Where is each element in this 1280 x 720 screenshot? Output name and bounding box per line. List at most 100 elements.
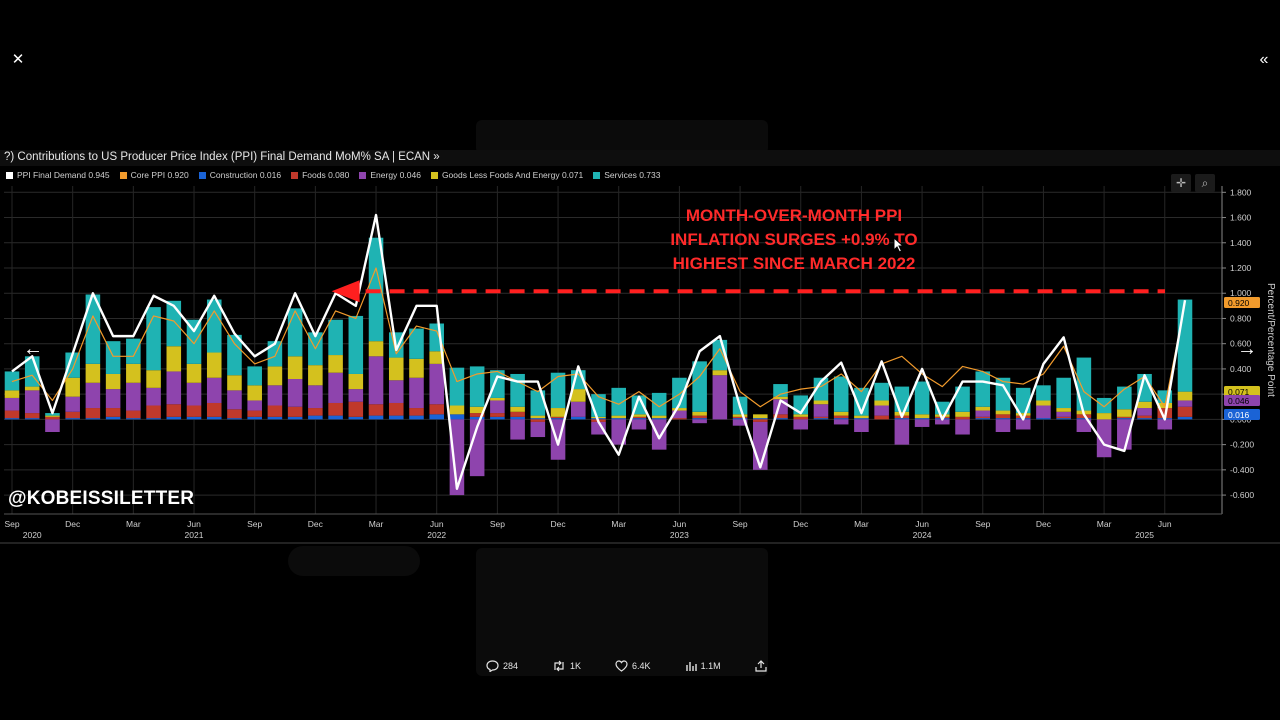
- share-button[interactable]: [754, 660, 767, 672]
- annotation-line-2: INFLATION SURGES +0.9% TO: [670, 230, 918, 249]
- bar-segment: [1056, 418, 1071, 420]
- bar-segment: [388, 380, 404, 403]
- x-tick-label: Sep: [4, 519, 19, 529]
- year-label: 2025: [1135, 530, 1154, 540]
- y-tick-label: 1.600: [1230, 213, 1252, 223]
- bar-segment: [308, 365, 323, 386]
- y-tick-label: 1.800: [1230, 187, 1252, 197]
- bar-segment: [570, 416, 586, 420]
- x-tick-label: Sep: [490, 519, 505, 529]
- bar-segment: [287, 308, 303, 357]
- bar-segment: [449, 405, 465, 415]
- bar-segment: [368, 404, 384, 416]
- bar-segment: [24, 413, 40, 419]
- x-tick-label: Dec: [793, 519, 809, 529]
- bar-segment: [1177, 406, 1193, 417]
- repost-button[interactable]: 1K: [552, 660, 581, 672]
- x-tick-label: Mar: [369, 519, 384, 529]
- bar-segment: [429, 414, 444, 420]
- bar-segment: [672, 408, 687, 411]
- bar-segment: [692, 419, 707, 424]
- x-tick-label: Mar: [611, 519, 626, 529]
- bar-segment: [126, 363, 141, 383]
- bar-segment: [429, 404, 444, 415]
- bar-segment: [126, 382, 141, 411]
- bar-segment: [227, 418, 242, 420]
- bar-segment: [186, 382, 202, 406]
- bar-segment: [85, 408, 101, 419]
- bar-segment: [1177, 299, 1193, 392]
- views-button[interactable]: 1.1M: [685, 660, 721, 672]
- bar-segment: [1015, 419, 1031, 430]
- bar-segment: [793, 419, 809, 430]
- bar-segment: [328, 402, 343, 416]
- like-button[interactable]: 6.4K: [615, 660, 651, 672]
- bar-segment: [65, 411, 80, 419]
- year-label: 2023: [670, 530, 689, 540]
- bar-segment: [1117, 409, 1132, 417]
- bar-segment: [85, 363, 101, 383]
- reply-icon: [486, 660, 499, 672]
- bar-segment: [449, 367, 465, 406]
- value-tag-label: 0.046: [1228, 396, 1250, 406]
- x-tick-label: Sep: [733, 519, 748, 529]
- bar-segment: [409, 377, 424, 409]
- bar-segment: [833, 419, 849, 425]
- bar-segment: [328, 372, 343, 403]
- annotation-line-1: MONTH-OVER-MONTH PPI: [685, 206, 903, 225]
- previous-arrow-icon[interactable]: ←: [18, 334, 48, 364]
- bar-segment: [388, 415, 404, 420]
- bar-segment: [126, 338, 141, 364]
- bar-segment: [206, 402, 222, 417]
- bar-segment: [793, 414, 809, 417]
- x-tick-label: Jun: [673, 519, 687, 529]
- bar-segment: [1177, 391, 1193, 401]
- bar-segment: [65, 377, 80, 397]
- bar-segment: [631, 416, 647, 419]
- bar-segment: [267, 416, 283, 420]
- bar-segment: [894, 418, 910, 420]
- x-tick-label: Dec: [1036, 519, 1052, 529]
- like-count: 6.4K: [632, 661, 651, 671]
- bar-segment: [409, 408, 424, 416]
- y-tick-label: 1.000: [1230, 288, 1252, 298]
- bar-segment: [1036, 385, 1051, 401]
- bar-segment: [510, 419, 525, 440]
- bar-segment: [146, 405, 161, 419]
- year-label: 2024: [913, 530, 932, 540]
- bar-segment: [611, 415, 627, 419]
- bar-segment: [388, 357, 404, 381]
- bar-segment: [975, 410, 991, 417]
- crosshair-icon[interactable]: ✛: [1171, 174, 1191, 192]
- bar-segment: [732, 416, 748, 419]
- bar-segment: [631, 418, 647, 420]
- bar-segment: [753, 414, 768, 419]
- bar-segment: [672, 418, 687, 420]
- bar-segment: [65, 418, 80, 420]
- bar-segment: [85, 418, 101, 420]
- bar-segment: [186, 416, 202, 420]
- annotation-line-3: HIGHEST SINCE MARCH 2022: [672, 254, 916, 273]
- bar-segment: [166, 371, 182, 405]
- search-icon[interactable]: ⌕: [1195, 174, 1215, 192]
- bar-segment: [24, 390, 40, 414]
- bar-segment: [1056, 411, 1071, 417]
- x-tick-label: Mar: [854, 519, 869, 529]
- year-label: 2022: [427, 530, 446, 540]
- bar-segment: [247, 400, 262, 411]
- reply-button[interactable]: 284: [486, 660, 518, 672]
- bar-segment: [308, 415, 323, 420]
- bar-segment: [651, 419, 667, 450]
- y-tick-label: -0.200: [1230, 440, 1254, 450]
- next-arrow-icon[interactable]: →: [1232, 334, 1262, 364]
- bar-segment: [753, 418, 768, 420]
- bar-segment: [388, 402, 404, 416]
- bar-segment: [510, 406, 525, 412]
- bar-segment: [510, 411, 525, 417]
- y-tick-label: -0.600: [1230, 490, 1254, 500]
- bar-segment: [105, 373, 121, 390]
- bar-segment: [247, 366, 262, 386]
- bar-segment: [1137, 401, 1152, 409]
- y-tick-label: 1.200: [1230, 263, 1252, 273]
- bar-segment: [186, 405, 202, 417]
